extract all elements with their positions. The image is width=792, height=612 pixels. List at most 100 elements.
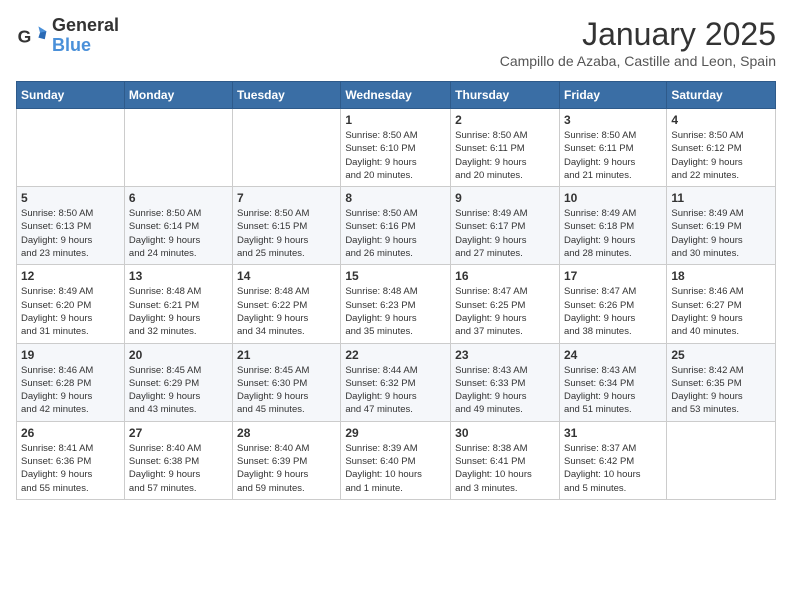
day-info: Sunrise: 8:43 AM Sunset: 6:33 PM Dayligh… bbox=[455, 364, 555, 417]
day-number: 22 bbox=[345, 348, 446, 362]
day-number: 9 bbox=[455, 191, 555, 205]
day-number: 30 bbox=[455, 426, 555, 440]
day-info: Sunrise: 8:46 AM Sunset: 6:28 PM Dayligh… bbox=[21, 364, 120, 417]
column-header-friday: Friday bbox=[559, 82, 666, 109]
day-info: Sunrise: 8:49 AM Sunset: 6:17 PM Dayligh… bbox=[455, 207, 555, 260]
location-title: Campillo de Azaba, Castille and Leon, Sp… bbox=[500, 53, 776, 69]
column-header-wednesday: Wednesday bbox=[341, 82, 451, 109]
day-number: 17 bbox=[564, 269, 662, 283]
day-info: Sunrise: 8:46 AM Sunset: 6:27 PM Dayligh… bbox=[671, 285, 771, 338]
day-cell: 11Sunrise: 8:49 AM Sunset: 6:19 PM Dayli… bbox=[667, 187, 776, 265]
day-number: 4 bbox=[671, 113, 771, 127]
day-cell: 20 Sunrise: 8:45 AM Sunset: 6:29 PM Dayli… bbox=[124, 343, 232, 421]
day-cell: 14 Sunrise: 8:48 AM Sunset: 6:22 PM Dayli… bbox=[233, 265, 341, 343]
day-number: 29 bbox=[345, 426, 446, 440]
calendar: SundayMondayTuesdayWednesdayThursdayFrid… bbox=[16, 81, 776, 500]
day-cell: 21Sunrise: 8:45 AM Sunset: 6:30 PM Dayli… bbox=[233, 343, 341, 421]
column-header-saturday: Saturday bbox=[667, 82, 776, 109]
day-number: 14 bbox=[237, 269, 336, 283]
day-number: 25 bbox=[671, 348, 771, 362]
logo-icon: G bbox=[16, 20, 48, 52]
day-number: 5 bbox=[21, 191, 120, 205]
day-number: 18 bbox=[671, 269, 771, 283]
day-number: 8 bbox=[345, 191, 446, 205]
day-info: Sunrise: 8:50 AM Sunset: 6:13 PM Dayligh… bbox=[21, 207, 120, 260]
day-cell: 5 Sunrise: 8:50 AM Sunset: 6:13 PM Daylig… bbox=[17, 187, 125, 265]
svg-text:G: G bbox=[18, 26, 32, 46]
day-cell: 6 Sunrise: 8:50 AM Sunset: 6:14 PM Daylig… bbox=[124, 187, 232, 265]
day-cell: 17 Sunrise: 8:47 AM Sunset: 6:26 PM Dayli… bbox=[559, 265, 666, 343]
day-cell: 23 Sunrise: 8:43 AM Sunset: 6:33 PM Dayli… bbox=[451, 343, 560, 421]
day-cell: 28 Sunrise: 8:40 AM Sunset: 6:39 PM Dayli… bbox=[233, 421, 341, 499]
day-number: 6 bbox=[129, 191, 228, 205]
day-cell: 27 Sunrise: 8:40 AM Sunset: 6:38 PM Dayli… bbox=[124, 421, 232, 499]
day-number: 3 bbox=[564, 113, 662, 127]
day-info: Sunrise: 8:50 AM Sunset: 6:11 PM Dayligh… bbox=[455, 129, 555, 182]
day-cell: 19Sunrise: 8:46 AM Sunset: 6:28 PM Dayli… bbox=[17, 343, 125, 421]
day-info: Sunrise: 8:50 AM Sunset: 6:12 PM Dayligh… bbox=[671, 129, 771, 182]
day-number: 28 bbox=[237, 426, 336, 440]
day-info: Sunrise: 8:49 AM Sunset: 6:20 PM Dayligh… bbox=[21, 285, 120, 338]
day-number: 31 bbox=[564, 426, 662, 440]
day-cell: 30 Sunrise: 8:38 AM Sunset: 6:41 PM Dayli… bbox=[451, 421, 560, 499]
header-row: SundayMondayTuesdayWednesdayThursdayFrid… bbox=[17, 82, 776, 109]
day-cell: 26 Sunrise: 8:41 AM Sunset: 6:36 PM Dayli… bbox=[17, 421, 125, 499]
day-number: 26 bbox=[21, 426, 120, 440]
day-info: Sunrise: 8:47 AM Sunset: 6:25 PM Dayligh… bbox=[455, 285, 555, 338]
week-row-1: 1Sunrise: 8:50 AM Sunset: 6:10 PM Daylig… bbox=[17, 109, 776, 187]
day-info: Sunrise: 8:47 AM Sunset: 6:26 PM Dayligh… bbox=[564, 285, 662, 338]
day-info: Sunrise: 8:48 AM Sunset: 6:21 PM Dayligh… bbox=[129, 285, 228, 338]
logo-text: General Blue bbox=[52, 16, 119, 56]
day-cell: 12 Sunrise: 8:49 AM Sunset: 6:20 PM Dayli… bbox=[17, 265, 125, 343]
day-cell bbox=[233, 109, 341, 187]
column-header-sunday: Sunday bbox=[17, 82, 125, 109]
day-cell bbox=[17, 109, 125, 187]
day-number: 20 bbox=[129, 348, 228, 362]
day-cell: 2 Sunrise: 8:50 AM Sunset: 6:11 PM Daylig… bbox=[451, 109, 560, 187]
day-info: Sunrise: 8:49 AM Sunset: 6:18 PM Dayligh… bbox=[564, 207, 662, 260]
logo-blue: Blue bbox=[52, 36, 119, 56]
day-cell: 15 Sunrise: 8:48 AM Sunset: 6:23 PM Dayli… bbox=[341, 265, 451, 343]
day-info: Sunrise: 8:48 AM Sunset: 6:23 PM Dayligh… bbox=[345, 285, 446, 338]
day-cell bbox=[667, 421, 776, 499]
day-number: 15 bbox=[345, 269, 446, 283]
day-info: Sunrise: 8:42 AM Sunset: 6:35 PM Dayligh… bbox=[671, 364, 771, 417]
day-number: 2 bbox=[455, 113, 555, 127]
day-info: Sunrise: 8:40 AM Sunset: 6:38 PM Dayligh… bbox=[129, 442, 228, 495]
column-header-tuesday: Tuesday bbox=[233, 82, 341, 109]
day-number: 12 bbox=[21, 269, 120, 283]
day-number: 21 bbox=[237, 348, 336, 362]
day-info: Sunrise: 8:39 AM Sunset: 6:40 PM Dayligh… bbox=[345, 442, 446, 495]
day-info: Sunrise: 8:48 AM Sunset: 6:22 PM Dayligh… bbox=[237, 285, 336, 338]
day-cell: 13 Sunrise: 8:48 AM Sunset: 6:21 PM Dayli… bbox=[124, 265, 232, 343]
week-row-3: 12 Sunrise: 8:49 AM Sunset: 6:20 PM Dayli… bbox=[17, 265, 776, 343]
day-number: 23 bbox=[455, 348, 555, 362]
calendar-header: SundayMondayTuesdayWednesdayThursdayFrid… bbox=[17, 82, 776, 109]
column-header-monday: Monday bbox=[124, 82, 232, 109]
week-row-2: 5 Sunrise: 8:50 AM Sunset: 6:13 PM Daylig… bbox=[17, 187, 776, 265]
day-number: 27 bbox=[129, 426, 228, 440]
month-title: January 2025 bbox=[500, 16, 776, 53]
day-info: Sunrise: 8:44 AM Sunset: 6:32 PM Dayligh… bbox=[345, 364, 446, 417]
day-info: Sunrise: 8:38 AM Sunset: 6:41 PM Dayligh… bbox=[455, 442, 555, 495]
calendar-body: 1Sunrise: 8:50 AM Sunset: 6:10 PM Daylig… bbox=[17, 109, 776, 500]
day-info: Sunrise: 8:50 AM Sunset: 6:10 PM Dayligh… bbox=[345, 129, 446, 182]
day-info: Sunrise: 8:40 AM Sunset: 6:39 PM Dayligh… bbox=[237, 442, 336, 495]
day-number: 13 bbox=[129, 269, 228, 283]
day-info: Sunrise: 8:45 AM Sunset: 6:29 PM Dayligh… bbox=[129, 364, 228, 417]
day-number: 10 bbox=[564, 191, 662, 205]
column-header-thursday: Thursday bbox=[451, 82, 560, 109]
day-info: Sunrise: 8:41 AM Sunset: 6:36 PM Dayligh… bbox=[21, 442, 120, 495]
day-number: 7 bbox=[237, 191, 336, 205]
day-cell: 10 Sunrise: 8:49 AM Sunset: 6:18 PM Dayli… bbox=[559, 187, 666, 265]
day-info: Sunrise: 8:50 AM Sunset: 6:11 PM Dayligh… bbox=[564, 129, 662, 182]
day-cell: 3 Sunrise: 8:50 AM Sunset: 6:11 PM Daylig… bbox=[559, 109, 666, 187]
day-number: 16 bbox=[455, 269, 555, 283]
logo-general: General bbox=[52, 16, 119, 36]
day-info: Sunrise: 8:50 AM Sunset: 6:14 PM Dayligh… bbox=[129, 207, 228, 260]
title-section: January 2025 Campillo de Azaba, Castille… bbox=[500, 16, 776, 69]
day-cell: 9 Sunrise: 8:49 AM Sunset: 6:17 PM Daylig… bbox=[451, 187, 560, 265]
page-header: G General Blue January 2025 Campillo de … bbox=[16, 16, 776, 69]
day-cell: 31Sunrise: 8:37 AM Sunset: 6:42 PM Dayli… bbox=[559, 421, 666, 499]
day-cell: 16 Sunrise: 8:47 AM Sunset: 6:25 PM Dayli… bbox=[451, 265, 560, 343]
